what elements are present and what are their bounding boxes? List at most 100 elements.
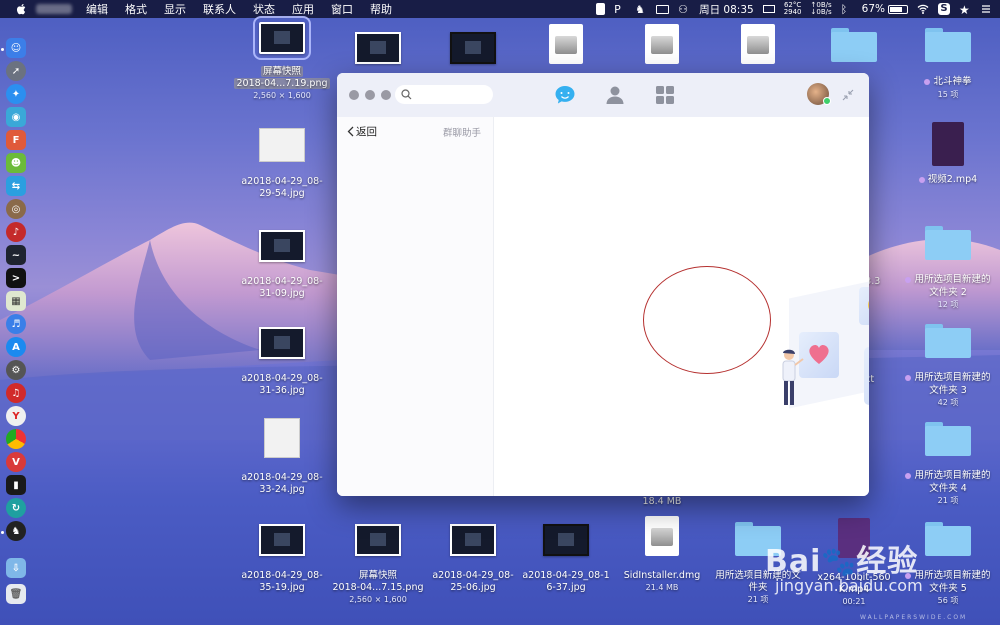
dvd-icon[interactable]: ◎ [6,199,26,219]
menu-window[interactable]: 窗口 [331,1,353,17]
trash-icon[interactable]: 🗑 [6,584,26,604]
search-field[interactable] [395,85,493,104]
sync-icon[interactable]: ↻ [6,498,26,518]
yandex-icon[interactable]: Y [6,406,26,426]
siri-icon[interactable]: ♬ [6,314,26,334]
menu-contacts[interactable]: 联系人 [203,1,236,17]
desktop-file-jpg[interactable]: a2018-04-29_08- 35-19.jpg [234,524,330,594]
desktop-file-screenshot-2[interactable]: 屏幕快照 2018-04...7.15.png 2,560 × 1,600 [330,524,426,606]
back-button[interactable]: 返回 [347,124,377,139]
temp-readout[interactable]: 62°C 2940 [784,2,802,16]
file-thumbnail [259,327,305,359]
file-name-2: 31-09.jpg [259,288,305,299]
file-name: a2018-04-29_08- [241,276,323,287]
menu-view[interactable]: 显示 [164,1,186,17]
vivaldi-icon[interactable]: V [6,452,26,472]
terminal-icon[interactable]: > [6,268,26,288]
wifi-icon[interactable] [917,3,929,15]
file-thumbnail [264,418,300,458]
desktop-app-file[interactable] [710,24,806,64]
desktop-disk-image[interactable] [614,24,710,64]
desktop-file-screenshot[interactable]: 屏幕快照 2018-04...7.19.png 2,560 × 1,600 [234,16,330,102]
teamviewer-icon[interactable]: ⇆ [6,176,26,196]
preview-icon[interactable]: ◉ [6,107,26,127]
paw-icon[interactable]: P [614,3,626,16]
console-icon[interactable]: ▮ [6,475,26,495]
folder-count: 42 项 [937,398,959,407]
finder-icon[interactable]: ☺ [6,38,26,58]
collapse-icon[interactable] [841,88,855,102]
system-preferences-icon[interactable]: ⚙ [6,360,26,380]
desktop-folder-beidou[interactable]: 北斗神拳 15 项 [900,28,996,101]
apps-tab-icon[interactable] [654,84,676,106]
messages-tab-icon[interactable] [554,84,576,106]
desktop-file-jpg[interactable]: a2018-04-29_08- 31-36.jpg [234,327,330,397]
music-icon[interactable]: ♫ [6,383,26,403]
s-app-icon[interactable]: S [938,3,950,15]
bluetooth-icon[interactable]: ᛒ [841,3,853,16]
menu-format[interactable]: 格式 [125,1,147,17]
battery-status[interactable]: 67% [862,3,908,15]
desktop-video-file[interactable]: 视频2.mp4 [900,122,996,187]
battery-percent: 67% [861,3,885,15]
chrome-icon[interactable] [6,429,26,449]
desktop-file-jpg[interactable]: a2018-04-29_08- 25-06.jpg [425,524,521,594]
file-name-2: 2018-04...7.19.png [234,78,330,89]
android-icon[interactable]: ☻ [6,153,26,173]
desktop-folder[interactable] [806,28,902,62]
highlight-annotation-circle [643,266,771,374]
menu-apps[interactable]: 应用 [292,1,314,17]
folder-name: 用所选项目新建的 [914,274,991,285]
app-name-blurred[interactable] [36,4,72,14]
app-store-icon[interactable]: A [6,337,26,357]
desktop-file-thumb[interactable] [330,32,426,64]
desktop-file-jpg[interactable]: a2018-04-29_08- 33-24.jpg [234,418,330,496]
desktop-file-jpg[interactable]: a2018-04-29_08-1 6-37.jpg [518,524,614,594]
file-thumbnail [450,524,496,556]
user-icon[interactable]: ⚇ [678,3,690,16]
search-icon [401,89,412,100]
desktop-folder-2[interactable]: 用所选项目新建的 文件夹 2 12 项 [900,226,996,311]
file-thumbnail [355,32,401,64]
document-icon[interactable] [596,3,606,15]
red-app-icon[interactable]: F [6,130,26,150]
desktop-file-jpg[interactable]: a2018-04-29_08- 31-09.jpg [234,230,330,300]
contacts-tab-icon[interactable] [604,84,626,106]
folder-count: 12 项 [937,300,959,309]
disk-image-icon [645,516,679,556]
maps-icon[interactable]: ▦ [6,291,26,311]
minimize-button[interactable] [365,90,375,100]
chat-area: Hi [494,117,869,496]
safari-icon[interactable]: ✦ [6,84,26,104]
qq-icon[interactable]: ♞ [635,3,647,16]
close-button[interactable] [349,90,359,100]
qq-dock-icon[interactable]: ♞ [6,521,26,541]
desktop-folder-4[interactable]: 用所选项目新建的 文件夹 4 21 项 [900,422,996,507]
desktop-file-jpg[interactable]: a2018-04-29_08- 29-54.jpg [234,128,330,200]
zoom-button[interactable] [381,90,391,100]
desktop-folder-3[interactable]: 用所选项目新建的 文件夹 3 42 项 [900,324,996,409]
menu-list-icon[interactable] [980,3,992,15]
file-name: a2018-04-29_08-1 [522,570,610,581]
menu-edit[interactable]: 编辑 [86,1,108,17]
menu-status[interactable]: 状态 [253,1,275,17]
downloads-folder-icon[interactable]: ⇩ [6,558,26,578]
file-thumbnail [259,128,305,162]
star-icon[interactable]: ★ [959,3,971,17]
desktop-disk-image[interactable] [518,24,614,64]
menu-bar: 编辑 格式 显示 联系人 状态 应用 窗口 帮助 P ♞ ⚇ 周日 08:35 … [0,0,1000,18]
netease-icon[interactable]: ♪ [6,222,26,242]
desktop-file-thumb[interactable] [425,32,521,64]
display-icon[interactable] [656,4,670,14]
apple-menu-icon[interactable] [16,3,28,15]
watermark-brand: Bai [765,544,822,579]
file-meta: 2,560 × 1,600 [349,595,407,604]
menu-help[interactable]: 帮助 [370,1,392,17]
desktop-dmg-file[interactable]: SidInstaller.dmg 21.4 MB [614,516,710,594]
network-readout[interactable]: ↑0B/s ↓0B/s [811,2,832,16]
gpu-icon[interactable] [762,5,775,13]
launchpad-icon[interactable]: ➚ [6,61,26,81]
watermark-url: jingyan.baidu.com [775,576,923,595]
clock[interactable]: 周日 08:35 [699,2,754,17]
activity-monitor-icon[interactable]: ~ [6,245,26,265]
